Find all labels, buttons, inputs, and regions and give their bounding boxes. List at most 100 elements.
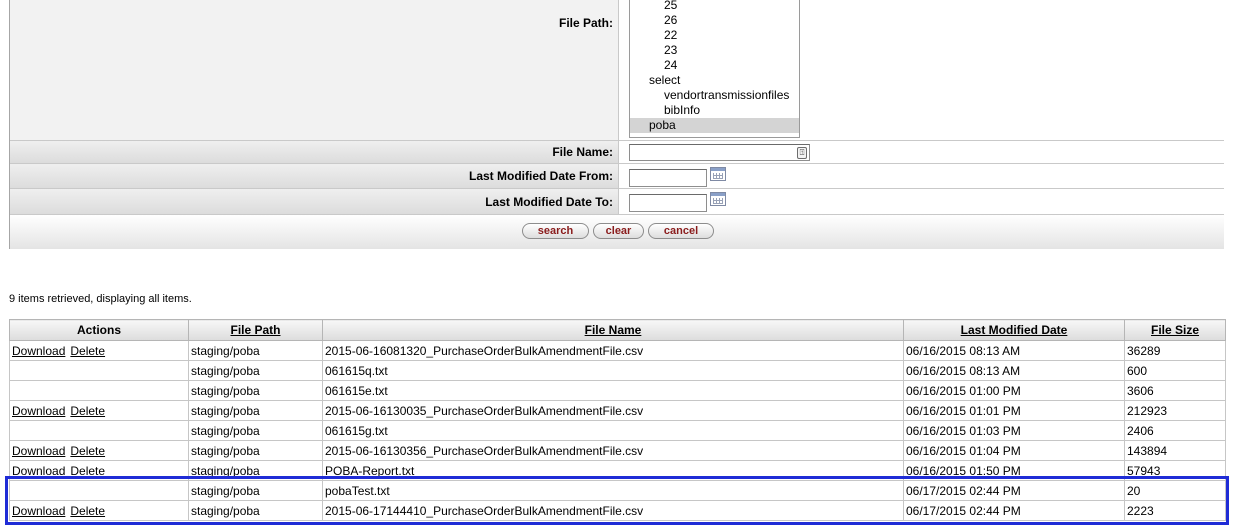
file-name-cell: 2015-06-16130356_PurchaseOrderBulkAmendm… xyxy=(322,440,904,461)
file-path-option[interactable]: 26 xyxy=(630,13,799,28)
file-name-cell: 2015-06-16081320_PurchaseOrderBulkAmendm… xyxy=(322,340,904,361)
date-cell: 06/16/2015 01:50 PM xyxy=(903,460,1125,481)
actions-cell: Download Delete xyxy=(9,460,189,481)
file-name-cell: 061615g.txt xyxy=(322,420,904,441)
table-row: staging/poba 061615g.txt 06/16/2015 01:03 … xyxy=(9,420,1226,441)
actions-cell xyxy=(9,420,189,441)
download-link[interactable]: Download xyxy=(12,404,65,418)
actions-cell: Download Delete xyxy=(9,400,189,421)
file-name-cell: 061615e.txt xyxy=(322,380,904,401)
file-path-cell: staging/poba xyxy=(188,460,323,481)
file-path-option[interactable]: 23 xyxy=(630,43,799,58)
size-cell: 20 xyxy=(1124,480,1226,501)
size-cell: 600 xyxy=(1124,360,1226,381)
actions-cell xyxy=(9,360,189,381)
file-name-cell: POBA-Report.txt xyxy=(322,460,904,481)
download-link[interactable]: Download xyxy=(12,344,65,358)
file-path-label: File Path: xyxy=(10,0,619,140)
date-cell: 06/16/2015 01:04 PM xyxy=(903,440,1125,461)
table-row: staging/poba 061615e.txt 06/16/2015 01:00 … xyxy=(9,380,1226,401)
file-path-cell: staging/poba xyxy=(188,420,323,441)
col-actions: Actions xyxy=(9,319,189,341)
file-path-option[interactable]: select xyxy=(630,73,799,88)
file-path-row: File Path: 25 26 22 23 24 select vendortransmi… xyxy=(10,0,1224,141)
button-row: search clear cancel xyxy=(10,215,1224,249)
file-path-cell: staging/poba xyxy=(188,500,323,521)
file-name-cell: 061615q.txt xyxy=(322,360,904,381)
sort-last-modified-link[interactable]: Last Modified Date xyxy=(961,323,1068,337)
date-to-input[interactable] xyxy=(629,194,707,212)
download-link[interactable]: Download xyxy=(12,444,65,458)
col-file-path[interactable]: File Path xyxy=(188,319,323,341)
delete-link[interactable]: Delete xyxy=(70,464,105,478)
col-file-name[interactable]: File Name xyxy=(322,319,904,341)
sort-file-path-link[interactable]: File Path xyxy=(230,323,280,337)
date-cell: 06/17/2015 02:44 PM xyxy=(903,500,1125,521)
file-path-option[interactable]: 24 xyxy=(630,58,799,73)
file-name-cell: 2015-06-16130035_PurchaseOrderBulkAmendm… xyxy=(322,400,904,421)
file-path-option[interactable]: 22 xyxy=(630,28,799,43)
actions-cell xyxy=(9,480,189,501)
calendar-icon[interactable] xyxy=(710,192,726,206)
file-name-label: File Name: xyxy=(10,141,619,163)
date-to-label: Last Modified Date To: xyxy=(10,189,619,214)
search-button[interactable]: search xyxy=(522,223,589,239)
table-row: staging/poba 061615q.txt 06/16/2015 08:13 … xyxy=(9,360,1226,381)
size-cell: 212923 xyxy=(1124,400,1226,421)
date-from-label: Last Modified Date From: xyxy=(10,164,619,188)
actions-cell xyxy=(9,380,189,401)
lookup-icon[interactable]: ⍐ xyxy=(797,147,807,159)
date-cell: 06/16/2015 08:13 AM xyxy=(903,360,1125,381)
date-from-input[interactable] xyxy=(629,169,707,187)
size-cell: 57943 xyxy=(1124,460,1226,481)
table-row: Download Delete staging/poba 2015-06-161300… xyxy=(9,400,1226,421)
table-row: Download Delete staging/poba 2015-06-171444… xyxy=(9,500,1226,521)
results-table: Actions File Path File Name Last Modifie… xyxy=(9,319,1226,521)
table-row: Download Delete staging/poba POBA-Report.tx… xyxy=(9,460,1226,481)
actions-cell: Download Delete xyxy=(9,340,189,361)
file-path-cell: staging/poba xyxy=(188,380,323,401)
sort-file-name-link[interactable]: File Name xyxy=(585,323,642,337)
sort-file-size-link[interactable]: File Size xyxy=(1151,323,1199,337)
date-to-row: Last Modified Date To: xyxy=(10,189,1224,215)
file-name-cell: 2015-06-17144410_PurchaseOrderBulkAmendm… xyxy=(322,500,904,521)
clear-button[interactable]: clear xyxy=(593,223,644,239)
file-path-cell: staging/poba xyxy=(188,360,323,381)
file-path-cell: staging/poba xyxy=(188,480,323,501)
delete-link[interactable]: Delete xyxy=(70,504,105,518)
delete-link[interactable]: Delete xyxy=(70,404,105,418)
table-row: Download Delete staging/poba 2015-06-161303… xyxy=(9,440,1226,461)
file-path-option[interactable]: poba xyxy=(630,118,799,133)
date-cell: 06/16/2015 01:01 PM xyxy=(903,400,1125,421)
file-path-cell: staging/poba xyxy=(188,400,323,421)
file-path-option[interactable]: vendortransmissionfiles xyxy=(630,88,799,103)
table-row: staging/poba pobaTest.txt 06/17/2015 02:44… xyxy=(9,480,1226,501)
delete-link[interactable]: Delete xyxy=(70,344,105,358)
file-path-option[interactable]: bibInfo xyxy=(630,103,799,118)
date-cell: 06/16/2015 08:13 AM xyxy=(903,340,1125,361)
file-name-input[interactable]: ⍐ xyxy=(629,144,810,161)
file-name-cell: pobaTest.txt xyxy=(322,480,904,501)
file-path-cell: staging/poba xyxy=(188,340,323,361)
size-cell: 36289 xyxy=(1124,340,1226,361)
col-last-modified[interactable]: Last Modified Date xyxy=(903,319,1125,341)
header-row: Actions File Path File Name Last Modifie… xyxy=(9,319,1226,341)
col-file-size[interactable]: File Size xyxy=(1124,319,1226,341)
size-cell: 2406 xyxy=(1124,420,1226,441)
calendar-icon[interactable] xyxy=(710,167,726,181)
file-path-cell: staging/poba xyxy=(188,440,323,461)
date-from-row: Last Modified Date From: xyxy=(10,164,1224,189)
size-cell: 3606 xyxy=(1124,380,1226,401)
file-path-listbox[interactable]: 25 26 22 23 24 select vendortransmissionfiles b… xyxy=(629,0,800,138)
search-criteria-panel: File Path: 25 26 22 23 24 select vendortransmi… xyxy=(9,0,1224,249)
date-cell: 06/17/2015 02:44 PM xyxy=(903,480,1125,501)
results-count: 9 items retrieved, displaying all items. xyxy=(9,293,192,305)
cancel-button[interactable]: cancel xyxy=(648,223,714,239)
download-link[interactable]: Download xyxy=(12,504,65,518)
size-cell: 143894 xyxy=(1124,440,1226,461)
file-name-row: File Name: ⍐ xyxy=(10,141,1224,164)
date-cell: 06/16/2015 01:03 PM xyxy=(903,420,1125,441)
download-link[interactable]: Download xyxy=(12,464,65,478)
file-path-option[interactable]: 25 xyxy=(630,0,799,13)
delete-link[interactable]: Delete xyxy=(70,444,105,458)
